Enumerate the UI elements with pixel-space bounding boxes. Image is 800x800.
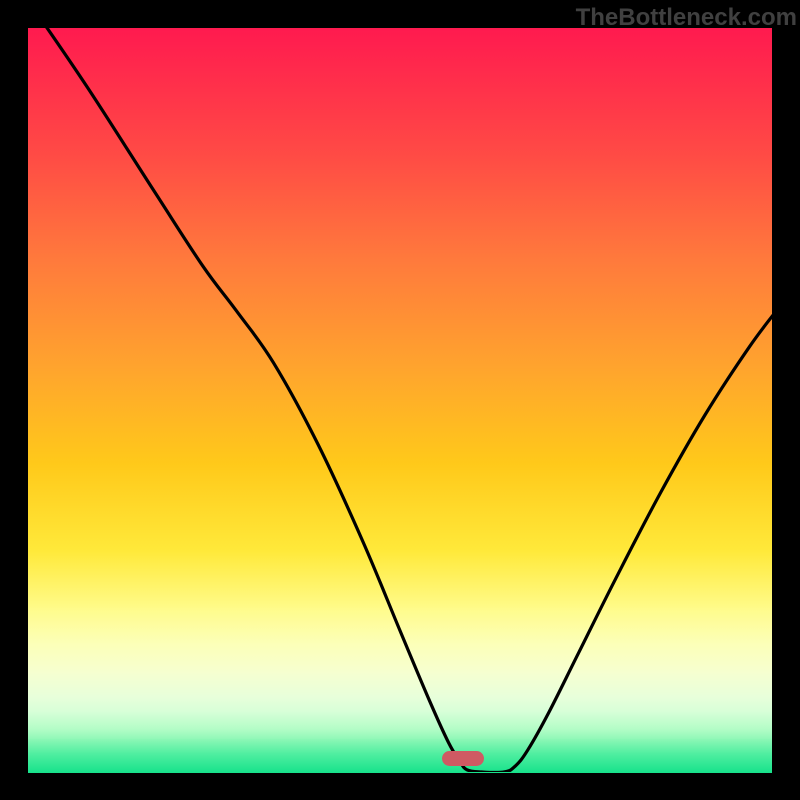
watermark-text: TheBottleneck.com (576, 4, 797, 32)
chart-frame: TheBottleneck.com (0, 0, 800, 800)
curve-path (32, 28, 772, 772)
plot-area (28, 28, 772, 772)
optimum-marker (442, 751, 484, 766)
bottleneck-curve (28, 28, 772, 772)
